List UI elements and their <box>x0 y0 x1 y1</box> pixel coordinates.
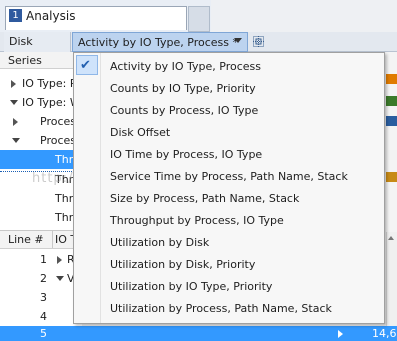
menu-item-label: Counts by Process, IO Type <box>110 104 259 117</box>
menu-item[interactable]: Utilization by Process, Path Name, Stack <box>74 298 384 320</box>
menu-item[interactable]: Throughput by Process, IO Type <box>74 210 384 232</box>
title-bar-empty-area <box>211 0 397 32</box>
series-bar <box>386 172 397 182</box>
column-header-line[interactable]: Line # <box>8 231 44 248</box>
analysis-tab-title: Analysis <box>26 9 76 23</box>
expand-right-icon[interactable] <box>13 118 18 126</box>
collapse-down-icon[interactable] <box>12 138 20 143</box>
series-row-label: Thr <box>55 211 74 224</box>
menu-item-label: Utilization by Disk <box>110 236 210 249</box>
menu-item[interactable]: Utilization by Disk <box>74 232 384 254</box>
line-number: 4 <box>40 310 47 323</box>
table-row[interactable]: 2 V <box>0 269 82 288</box>
menu-item[interactable]: Service Time by Process, Path Name, Stac… <box>74 166 384 188</box>
table-row[interactable]: 3 <box>0 288 82 307</box>
menu-item-label: Disk Offset <box>110 126 171 139</box>
menu-item-label: Throughput by Process, IO Type <box>110 214 284 227</box>
menu-item-label: Utilization by Process, Path Name, Stack <box>110 302 332 315</box>
series-bar <box>386 116 397 126</box>
line-number: 3 <box>40 291 47 304</box>
expand-right-icon[interactable] <box>57 256 62 264</box>
table-row-selected[interactable]: 5 14,6 <box>0 326 397 341</box>
menu-item-label: Counts by IO Type, Priority <box>110 82 256 95</box>
menu-item[interactable]: Utilization by Disk, Priority <box>74 254 384 276</box>
menu-item[interactable]: Disk Offset <box>74 122 384 144</box>
column-divider[interactable] <box>52 231 53 248</box>
table-row[interactable]: 1 R <box>0 250 82 269</box>
collapse-down-icon[interactable] <box>56 276 64 281</box>
line-number: 5 <box>40 327 47 340</box>
menu-item[interactable]: Counts by IO Type, Priority <box>74 78 384 100</box>
menu-item[interactable]: Counts by Process, IO Type <box>74 100 384 122</box>
line-number: 2 <box>40 272 47 285</box>
expand-right-icon[interactable] <box>338 330 343 338</box>
menu-item-label: Service Time by Process, Path Name, Stac… <box>110 170 348 183</box>
tab-disk-usage[interactable]: Disk Usage <box>4 32 71 68</box>
series-row[interactable]: Proces <box>0 112 82 131</box>
menu-item[interactable]: Utilization by IO Type, Priority <box>74 276 384 298</box>
series-row[interactable]: Proces <box>0 131 82 150</box>
series-row[interactable]: IO Type: W <box>0 93 82 112</box>
menu-item-label: Utilization by IO Type, Priority <box>110 280 273 293</box>
menu-item[interactable]: IO Time by Process, IO Type <box>74 144 384 166</box>
expand-right-icon[interactable] <box>11 80 16 88</box>
menu-item[interactable]: Activity by IO Type, Process <box>74 56 384 78</box>
series-bar <box>386 150 397 160</box>
vertical-scrollbar[interactable] <box>386 232 397 326</box>
configure-grid-icon[interactable] <box>253 36 264 47</box>
series-row-selected[interactable]: Thr <box>0 150 82 169</box>
series-row-label: Proces <box>40 134 76 147</box>
chevron-down-icon[interactable] <box>234 38 242 43</box>
tab-activity-preset[interactable]: Activity by IO Type, Process * <box>72 32 248 52</box>
menu-item-label: Size by Process, Path Name, Stack <box>110 192 300 205</box>
menu-item-label: Utilization by Disk, Priority <box>110 258 256 271</box>
series-row[interactable]: Thr <box>0 189 82 208</box>
series-row-label: Thr <box>55 192 74 205</box>
series-row-label: Proces <box>40 115 76 128</box>
series-row[interactable]: IO Type: R <box>0 74 82 93</box>
series-bar <box>386 74 397 84</box>
series-row-label: Thr <box>55 153 74 166</box>
row-value: 14,6 <box>372 327 397 340</box>
tab-scroll-button[interactable] <box>188 6 210 32</box>
series-row-label: IO Type: W <box>22 96 81 109</box>
menu-item-label: IO Time by Process, IO Type <box>110 148 263 161</box>
graph-preview-strip <box>386 52 397 232</box>
line-number: 1 <box>40 253 47 266</box>
menu-item-label: Activity by IO Type, Process <box>110 60 262 73</box>
menu-item[interactable]: Size by Process, Path Name, Stack <box>74 188 384 210</box>
series-row[interactable]: Thr <box>0 208 82 227</box>
series-header[interactable]: Series <box>0 52 82 69</box>
tab-number-badge: 1 <box>9 9 22 22</box>
series-row-label: IO Type: R <box>22 77 78 90</box>
collapse-down-icon[interactable] <box>10 100 18 105</box>
series-bar <box>386 96 397 106</box>
scroll-up-icon[interactable] <box>388 236 394 240</box>
table-row[interactable]: 4 <box>0 307 82 326</box>
